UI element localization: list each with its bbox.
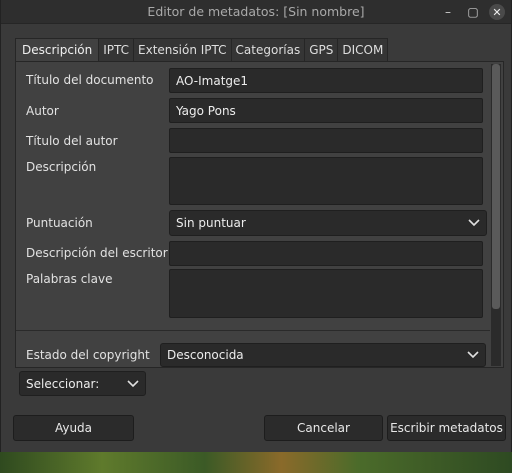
- chevron-down-icon: [468, 219, 480, 227]
- tab-bar: Descripción IPTC Extensión IPTC Categorí…: [15, 38, 389, 61]
- description-field[interactable]: [169, 157, 483, 205]
- author-field[interactable]: Yago Pons: [169, 98, 483, 123]
- metadata-editor-dialog: Editor de metadatos: [Sin nombre] – ▢ ✕ …: [0, 0, 512, 452]
- author-title-field[interactable]: [169, 128, 483, 153]
- writer-description-field[interactable]: [169, 241, 483, 266]
- panel-scrollbar[interactable]: [491, 64, 501, 366]
- tab-descripcion[interactable]: Descripción: [15, 38, 100, 61]
- minimize-button[interactable]: –: [437, 2, 459, 22]
- select-dropdown[interactable]: Seleccionar:: [19, 371, 146, 396]
- keywords-label: Palabras clave: [26, 272, 113, 286]
- rating-dropdown[interactable]: Sin puntuar: [169, 210, 487, 236]
- close-button[interactable]: ✕: [486, 2, 508, 22]
- writer-description-label: Descripción del escritor: [26, 246, 168, 260]
- description-label: Descripción: [26, 160, 97, 174]
- author-label: Autor: [26, 104, 59, 118]
- chevron-down-icon: [127, 379, 139, 387]
- tab-categorias[interactable]: Categorías: [230, 38, 306, 61]
- write-metadata-button[interactable]: Escribir metadatos: [387, 415, 506, 441]
- tab-iptc[interactable]: IPTC: [98, 38, 135, 61]
- select-dropdown-value: Seleccionar:: [26, 376, 100, 391]
- rating-dropdown-value: Sin puntuar: [176, 216, 246, 230]
- copyright-dropdown[interactable]: Desconocida: [160, 343, 486, 367]
- chevron-down-icon: [467, 351, 479, 359]
- maximize-button[interactable]: ▢: [462, 2, 484, 22]
- document-title-label: Título del documento: [26, 73, 154, 87]
- title-bar: Editor de metadatos: [Sin nombre] – ▢ ✕: [1, 0, 511, 24]
- tab-extension-iptc[interactable]: Extensión IPTC: [133, 38, 232, 61]
- copyright-label: Estado del copyright: [26, 348, 150, 362]
- scrollbar-thumb[interactable]: [492, 64, 500, 309]
- copyright-dropdown-value: Desconocida: [167, 348, 244, 362]
- rating-label: Puntuación: [26, 216, 93, 230]
- cancel-button[interactable]: Cancelar: [264, 415, 383, 441]
- keywords-field[interactable]: [169, 269, 483, 318]
- window-title: Editor de metadatos: [Sin nombre]: [147, 4, 365, 19]
- help-button[interactable]: Ayuda: [13, 415, 134, 441]
- document-title-field[interactable]: AO-Imatge1: [169, 68, 483, 93]
- close-icon: ✕: [489, 4, 505, 20]
- tab-gps[interactable]: GPS: [304, 38, 339, 61]
- section-divider: [16, 330, 490, 331]
- author-title-label: Título del autor: [26, 134, 118, 148]
- tab-dicom[interactable]: DICOM: [337, 38, 389, 61]
